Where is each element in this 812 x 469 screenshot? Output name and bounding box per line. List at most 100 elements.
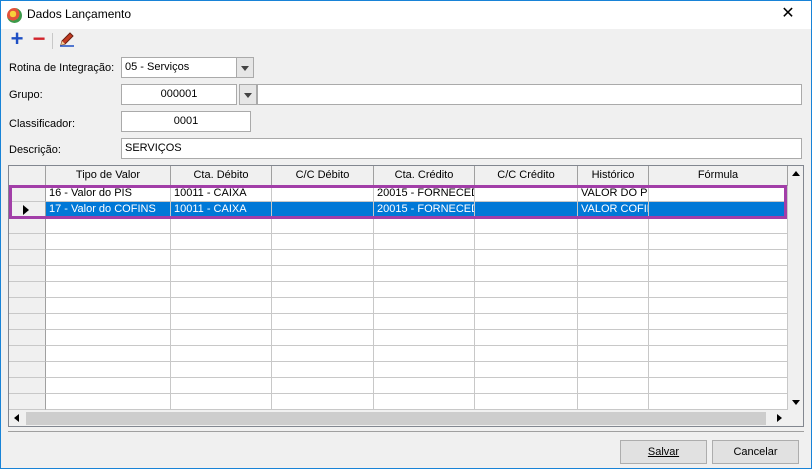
header-historico[interactable]: Histórico bbox=[578, 166, 649, 186]
empty-cell bbox=[475, 250, 578, 266]
empty-cell bbox=[272, 378, 374, 394]
empty-table-row bbox=[9, 394, 788, 410]
header-indicator bbox=[9, 166, 46, 186]
empty-cell bbox=[272, 218, 374, 234]
cell-cc-credito[interactable] bbox=[475, 202, 578, 218]
empty-cell bbox=[171, 298, 272, 314]
cell-historico[interactable]: VALOR COFIN bbox=[578, 202, 649, 218]
row-indicator bbox=[9, 394, 46, 410]
header-tipo-valor[interactable]: Tipo de Valor bbox=[46, 166, 171, 186]
empty-cell bbox=[649, 282, 788, 298]
row-indicator[interactable] bbox=[9, 202, 46, 218]
header-cta-debito[interactable]: Cta. Débito bbox=[171, 166, 272, 186]
rotina-dropdown-icon[interactable] bbox=[236, 57, 254, 78]
header-cta-credito[interactable]: Cta. Crédito bbox=[374, 166, 475, 186]
empty-cell bbox=[578, 378, 649, 394]
vertical-scrollbar[interactable] bbox=[788, 166, 803, 410]
empty-cell bbox=[272, 346, 374, 362]
empty-table-row bbox=[9, 282, 788, 298]
empty-cell bbox=[475, 330, 578, 346]
empty-cell bbox=[578, 250, 649, 266]
empty-cell bbox=[649, 378, 788, 394]
empty-cell bbox=[272, 314, 374, 330]
pencil-icon[interactable] bbox=[57, 30, 77, 50]
empty-cell bbox=[272, 282, 374, 298]
scroll-left-icon[interactable] bbox=[9, 410, 25, 426]
table-row[interactable]: 16 - Valor do PIS 10011 - CAIXA 20015 - … bbox=[9, 186, 788, 202]
empty-cell bbox=[171, 362, 272, 378]
rotina-select[interactable]: 05 - Serviços bbox=[121, 57, 237, 78]
horizontal-scrollbar[interactable] bbox=[9, 410, 788, 426]
row-indicator bbox=[9, 282, 46, 298]
cell-historico[interactable]: VALOR DO PIS bbox=[578, 186, 649, 202]
empty-cell bbox=[171, 266, 272, 282]
empty-cell bbox=[649, 266, 788, 282]
header-formula[interactable]: Fórmula bbox=[649, 166, 788, 186]
cell-cc-credito[interactable] bbox=[475, 186, 578, 202]
title-bar[interactable]: Dados Lançamento ✕ bbox=[1, 1, 811, 29]
empty-cell bbox=[475, 282, 578, 298]
empty-cell bbox=[374, 314, 475, 330]
row-indicator bbox=[9, 234, 46, 250]
cell-tipo-valor[interactable]: 17 - Valor do COFINS bbox=[46, 202, 171, 218]
grupo-description-field bbox=[257, 84, 802, 105]
empty-table-row bbox=[9, 298, 788, 314]
grupo-dropdown-icon[interactable] bbox=[239, 84, 257, 105]
empty-cell bbox=[578, 282, 649, 298]
empty-table-row bbox=[9, 362, 788, 378]
close-button[interactable]: ✕ bbox=[765, 1, 811, 29]
cancel-button[interactable]: Cancelar bbox=[712, 440, 799, 464]
empty-table-row bbox=[9, 346, 788, 362]
classificador-input[interactable]: 0001 bbox=[121, 111, 251, 132]
scroll-down-icon[interactable] bbox=[788, 394, 803, 410]
classificador-label: Classificador: bbox=[9, 118, 76, 130]
empty-cell bbox=[475, 218, 578, 234]
empty-cell bbox=[46, 362, 171, 378]
app-icon bbox=[7, 8, 22, 23]
add-icon[interactable]: + bbox=[7, 28, 27, 50]
save-button-label: Salvar bbox=[647, 446, 680, 458]
descricao-input[interactable]: SERVIÇOS bbox=[121, 138, 802, 159]
empty-cell bbox=[649, 250, 788, 266]
empty-cell bbox=[578, 266, 649, 282]
empty-cell bbox=[46, 394, 171, 410]
empty-cell bbox=[46, 266, 171, 282]
empty-table-row bbox=[9, 378, 788, 394]
empty-table-row bbox=[9, 314, 788, 330]
empty-cell bbox=[46, 330, 171, 346]
header-cc-credito[interactable]: C/C Crédito bbox=[475, 166, 578, 186]
cell-formula[interactable] bbox=[649, 202, 788, 218]
save-button[interactable]: Salvar bbox=[620, 440, 707, 464]
cell-cta-credito[interactable]: 20015 - FORNECEDO bbox=[374, 186, 475, 202]
scroll-up-icon[interactable] bbox=[788, 166, 803, 182]
empty-cell bbox=[578, 298, 649, 314]
grupo-code-input[interactable]: 000001 bbox=[121, 84, 237, 105]
empty-cell bbox=[272, 250, 374, 266]
cell-cta-debito[interactable]: 10011 - CAIXA bbox=[171, 186, 272, 202]
empty-cell bbox=[649, 330, 788, 346]
empty-cell bbox=[46, 314, 171, 330]
entries-grid: Tipo de Valor Cta. Débito C/C Débito Cta… bbox=[8, 165, 804, 427]
empty-cell bbox=[374, 346, 475, 362]
empty-cell bbox=[171, 346, 272, 362]
empty-cell bbox=[171, 218, 272, 234]
empty-cell bbox=[374, 282, 475, 298]
empty-cell bbox=[46, 234, 171, 250]
cell-cta-credito[interactable]: 20015 - FORNECEDO bbox=[374, 202, 475, 218]
cell-cc-debito[interactable] bbox=[272, 186, 374, 202]
remove-icon[interactable]: − bbox=[29, 28, 49, 50]
empty-cell bbox=[649, 394, 788, 410]
header-cc-debito[interactable]: C/C Débito bbox=[272, 166, 374, 186]
cell-tipo-valor[interactable]: 16 - Valor do PIS bbox=[46, 186, 171, 202]
horizontal-scroll-thumb[interactable] bbox=[26, 412, 766, 425]
cell-formula[interactable] bbox=[649, 186, 788, 202]
empty-cell bbox=[46, 250, 171, 266]
row-indicator[interactable] bbox=[9, 186, 46, 202]
empty-cell bbox=[475, 394, 578, 410]
empty-cell bbox=[272, 234, 374, 250]
scroll-right-icon[interactable] bbox=[771, 410, 787, 426]
table-row-selected[interactable]: 17 - Valor do COFINS 10011 - CAIXA 20015… bbox=[9, 202, 788, 218]
empty-table-row bbox=[9, 218, 788, 234]
cell-cta-debito[interactable]: 10011 - CAIXA bbox=[171, 202, 272, 218]
cell-cc-debito[interactable] bbox=[272, 202, 374, 218]
